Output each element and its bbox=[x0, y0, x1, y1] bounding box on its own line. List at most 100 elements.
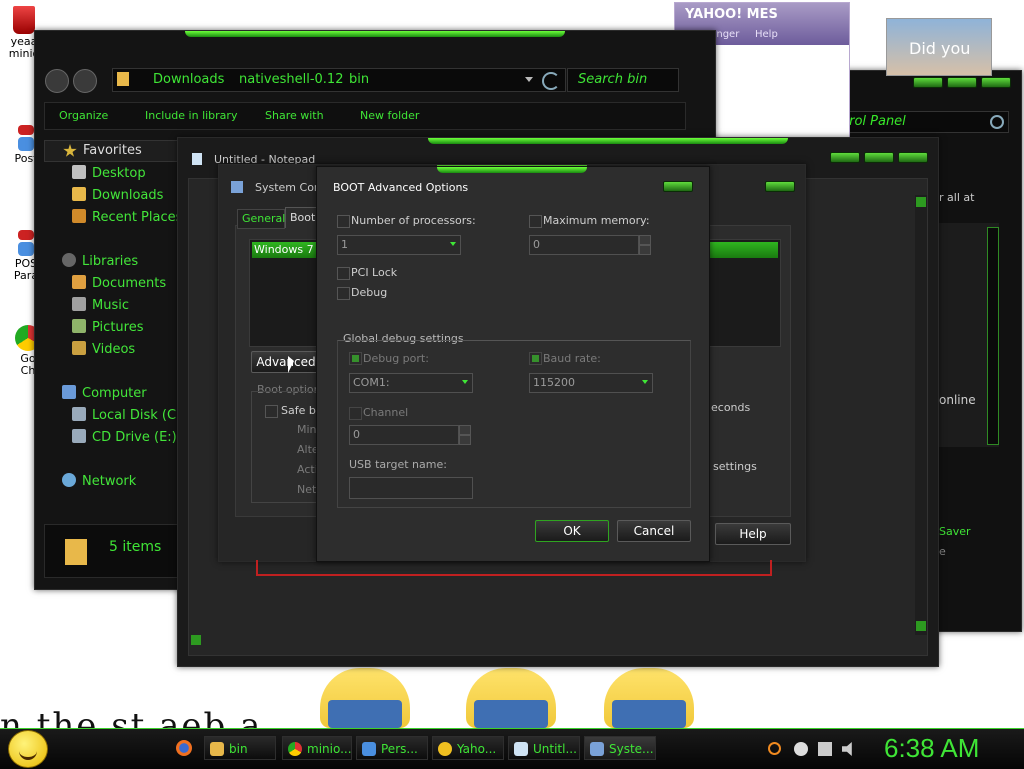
nav-cd-drive[interactable]: CD Drive (E:) bbox=[72, 429, 177, 445]
nav-pictures-label: Pictures bbox=[92, 320, 144, 335]
chevron-down-icon[interactable] bbox=[525, 77, 533, 82]
maximum-memory-input[interactable]: 0 bbox=[529, 235, 639, 255]
nav-cd-drive-label: CD Drive (E:) bbox=[92, 430, 177, 445]
search-icon[interactable] bbox=[768, 742, 781, 755]
maximum-memory-stepper[interactable] bbox=[639, 235, 651, 255]
help-button[interactable]: Help bbox=[715, 523, 791, 545]
network-tray-icon[interactable] bbox=[818, 742, 832, 756]
search-icon[interactable] bbox=[990, 115, 1004, 129]
pci-lock-label: PCI Lock bbox=[351, 266, 398, 279]
tab-general[interactable]: General bbox=[237, 209, 285, 229]
nav-libraries[interactable]: Libraries bbox=[62, 253, 138, 269]
debug-label: Debug bbox=[351, 286, 388, 299]
breadcrumb-downloads[interactable]: Downloads bbox=[153, 72, 224, 87]
item-count: 5 items bbox=[109, 539, 162, 555]
boot-advanced-options-dialog[interactable]: BOOT Advanced Options Number of processo… bbox=[316, 166, 710, 562]
sysconfig-title: System Con bbox=[255, 181, 321, 194]
nav-computer[interactable]: Computer bbox=[62, 385, 147, 401]
radio-network[interactable]: Net bbox=[297, 483, 316, 496]
recycle-bin-icon bbox=[13, 6, 35, 34]
star-icon bbox=[63, 144, 77, 157]
nav-videos[interactable]: Videos bbox=[72, 341, 135, 357]
refresh-icon[interactable] bbox=[542, 72, 560, 90]
advanced-options-button[interactable]: Advanced bbox=[251, 351, 321, 373]
number-of-processors-select[interactable]: 1 bbox=[337, 235, 461, 255]
baud-rate-checkbox[interactable] bbox=[529, 352, 542, 365]
folder-icon bbox=[210, 742, 224, 756]
organize-button[interactable]: Organize bbox=[59, 109, 108, 122]
command-bar: Organize Include in library Share with N… bbox=[44, 102, 686, 130]
debug-checkbox[interactable] bbox=[337, 287, 350, 300]
details-pane: 5 items bbox=[44, 524, 180, 578]
nav-local-disk[interactable]: Local Disk (C: bbox=[72, 407, 180, 423]
nav-pictures[interactable]: Pictures bbox=[72, 319, 143, 335]
nav-music[interactable]: Music bbox=[72, 297, 129, 313]
window-controls[interactable] bbox=[830, 152, 928, 163]
favorites-header[interactable]: Favorites bbox=[44, 140, 180, 162]
computer-icon bbox=[62, 385, 76, 399]
nav-downloads[interactable]: Downloads bbox=[72, 187, 163, 203]
taskbar-item-sysconfig[interactable]: Syste... bbox=[584, 736, 656, 760]
breadcrumb-bin[interactable]: bin bbox=[349, 72, 369, 87]
channel-checkbox[interactable] bbox=[349, 407, 362, 420]
window-controls[interactable] bbox=[765, 181, 795, 192]
debug-port-select[interactable]: COM1: bbox=[349, 373, 473, 393]
scroll-up-icon[interactable] bbox=[916, 197, 926, 207]
scroll-left-icon[interactable] bbox=[191, 635, 201, 645]
smiley-icon bbox=[19, 751, 37, 760]
image-icon bbox=[18, 125, 34, 135]
address-bar[interactable]: Downloads nativeshell-0.12 bin bbox=[112, 68, 566, 92]
monitor-icon bbox=[18, 242, 34, 256]
chevron-down-icon bbox=[642, 380, 648, 384]
usb-target-name-input[interactable] bbox=[349, 477, 473, 499]
nav-network[interactable]: Network bbox=[62, 473, 136, 489]
taskbar-item-chrome[interactable]: minio... bbox=[282, 736, 352, 760]
search-input[interactable]: Search bin bbox=[567, 68, 679, 92]
number-of-processors-checkbox[interactable] bbox=[337, 215, 350, 228]
recent-places-icon bbox=[72, 209, 86, 223]
channel-stepper[interactable] bbox=[459, 425, 471, 445]
baud-rate-value: 115200 bbox=[533, 376, 575, 389]
firefox-taskbar-icon[interactable] bbox=[176, 740, 192, 756]
taskbar-item-yahoo[interactable]: Yaho... bbox=[432, 736, 504, 760]
taskbar-item-bin[interactable]: bin bbox=[204, 736, 276, 760]
scrollbar[interactable] bbox=[915, 195, 927, 635]
channel-input[interactable]: 0 bbox=[349, 425, 459, 445]
tab-boot-label: Boot bbox=[290, 211, 316, 224]
radio-active-directory[interactable]: Acti bbox=[297, 463, 318, 476]
nav-desktop-label: Desktop bbox=[92, 166, 146, 181]
cancel-button[interactable]: Cancel bbox=[617, 520, 691, 542]
start-button[interactable] bbox=[8, 730, 48, 768]
window-controls[interactable] bbox=[913, 77, 1011, 88]
baud-rate-select[interactable]: 115200 bbox=[529, 373, 653, 393]
scroll-down-icon[interactable] bbox=[916, 621, 926, 631]
include-in-library-button[interactable]: Include in library bbox=[145, 109, 237, 122]
chevron-down-icon bbox=[462, 380, 468, 384]
ok-button[interactable]: OK bbox=[535, 520, 609, 542]
notepad-icon bbox=[514, 742, 528, 756]
debug-port-checkbox[interactable] bbox=[349, 352, 362, 365]
notepad-icon bbox=[192, 153, 202, 165]
window-controls[interactable] bbox=[663, 181, 693, 192]
taskbar-item-notepad[interactable]: Untitl... bbox=[508, 736, 580, 760]
yahoo-menu-help[interactable]: Help bbox=[755, 29, 778, 40]
number-of-processors-value: 1 bbox=[341, 238, 348, 251]
maximum-memory-checkbox[interactable] bbox=[529, 215, 542, 228]
avatar[interactable]: Did you bbox=[886, 18, 992, 76]
clock[interactable]: 6:38 AM bbox=[884, 733, 979, 764]
back-button[interactable] bbox=[45, 69, 69, 93]
forward-button[interactable] bbox=[73, 69, 97, 93]
control-panel-address[interactable]: trol Panel bbox=[839, 111, 1009, 133]
share-with-button[interactable]: Share with bbox=[265, 109, 324, 122]
pci-lock-checkbox[interactable] bbox=[337, 267, 350, 280]
safe-boot-checkbox[interactable] bbox=[265, 405, 278, 418]
scrollbar[interactable] bbox=[987, 227, 999, 445]
nav-desktop[interactable]: Desktop bbox=[72, 165, 146, 181]
pictures-icon bbox=[72, 319, 86, 333]
new-folder-button[interactable]: New folder bbox=[360, 109, 419, 122]
taskbar-item-personalize[interactable]: Pers... bbox=[356, 736, 428, 760]
nav-recent-places[interactable]: Recent Places bbox=[72, 209, 182, 225]
messenger-tray-icon[interactable] bbox=[794, 742, 808, 756]
nav-documents[interactable]: Documents bbox=[72, 275, 166, 291]
breadcrumb-nativeshell[interactable]: nativeshell-0.12 bbox=[239, 72, 343, 87]
